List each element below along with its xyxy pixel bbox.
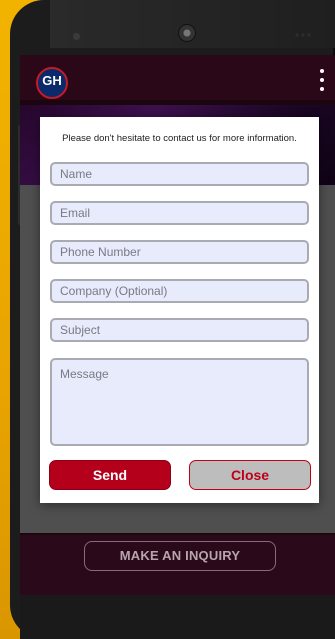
bottom-bar: MAKE AN INQUIRY xyxy=(20,533,335,595)
phone-top-bezel xyxy=(50,0,335,48)
app-bar: GH xyxy=(20,55,335,105)
contact-dialog: Please don't hesitate to contact us for … xyxy=(40,117,319,503)
phone-bottom-bezel xyxy=(20,595,335,639)
close-button[interactable]: Close xyxy=(189,460,311,490)
overflow-menu-icon[interactable] xyxy=(319,69,325,91)
email-field[interactable]: Email xyxy=(50,201,309,225)
name-field[interactable]: Name xyxy=(50,162,309,186)
front-camera-icon xyxy=(178,24,196,42)
speaker-icon xyxy=(294,33,312,37)
dialog-intro-text: Please don't hesitate to contact us for … xyxy=(62,133,297,144)
company-field[interactable]: Company (Optional) xyxy=(50,279,309,303)
make-inquiry-button[interactable]: MAKE AN INQUIRY xyxy=(84,541,276,571)
app-logo[interactable]: GH xyxy=(36,67,68,99)
send-button[interactable]: Send xyxy=(49,460,171,490)
phone-number-field[interactable]: Phone Number xyxy=(50,240,309,264)
logo-text: GH xyxy=(42,73,62,88)
message-field[interactable]: Message xyxy=(50,358,309,446)
subject-field[interactable]: Subject xyxy=(50,318,309,342)
proximity-sensor-icon xyxy=(73,33,80,40)
